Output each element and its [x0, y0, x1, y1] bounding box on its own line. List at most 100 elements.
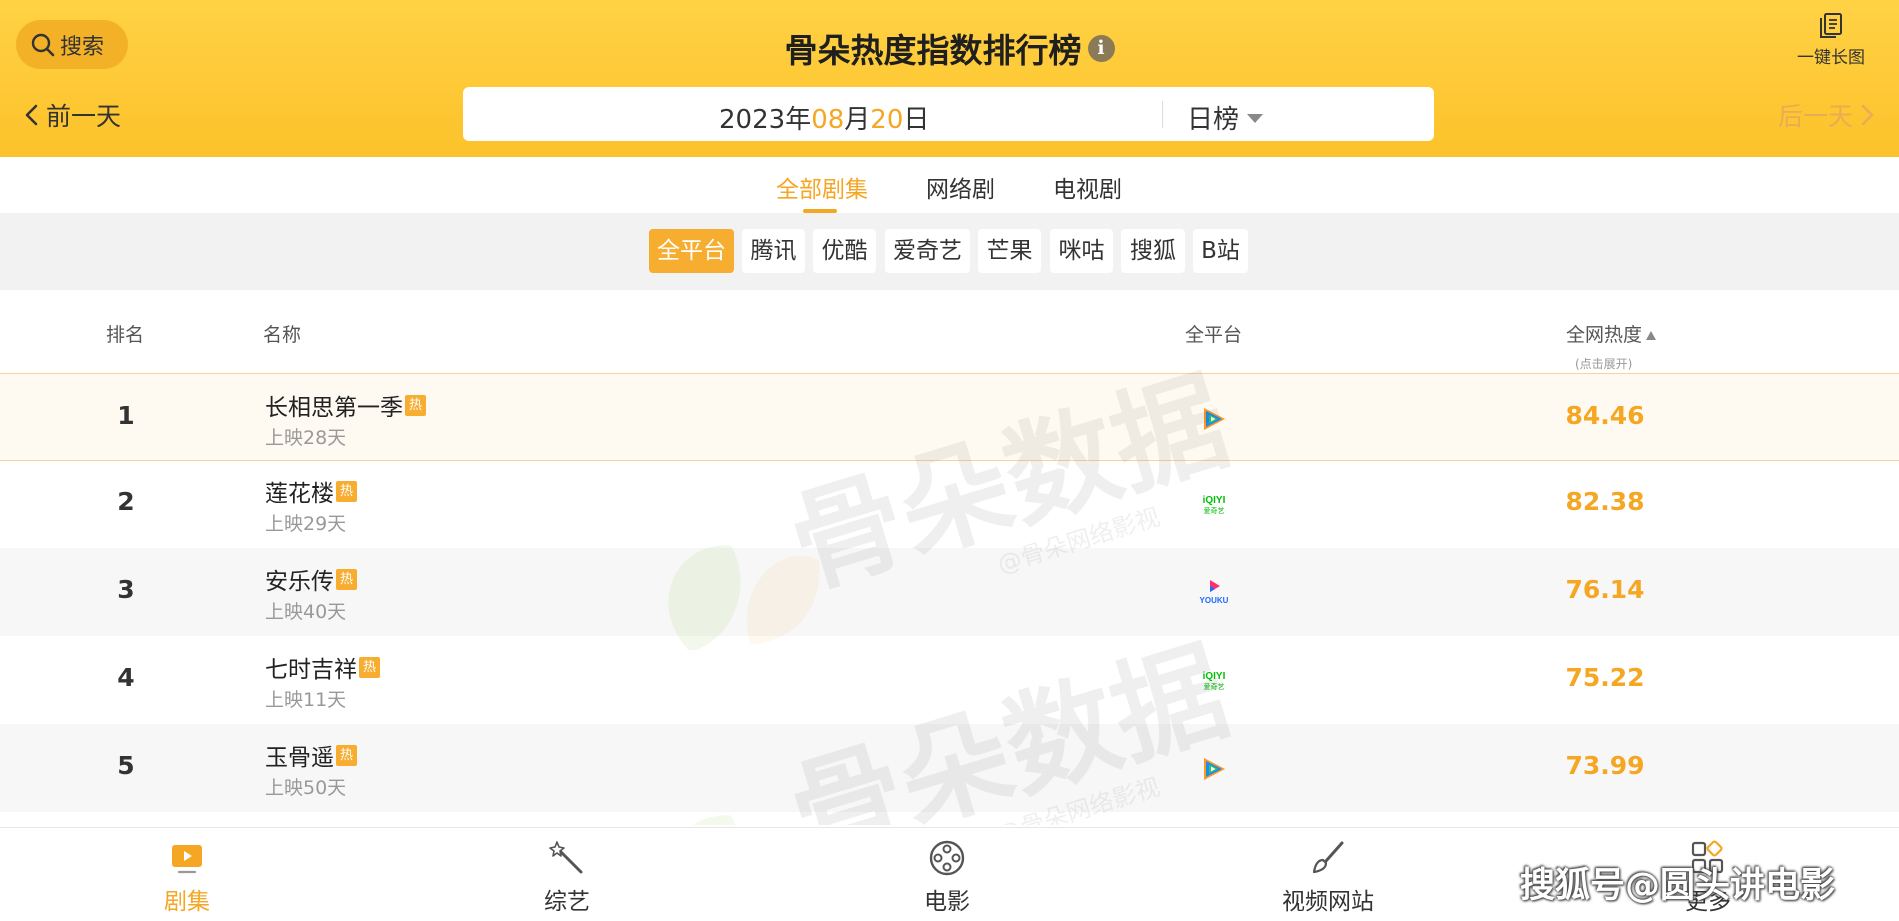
platform-filter-sohu[interactable]: 搜狐 [1121, 229, 1185, 273]
heat-value: 76.14 [1565, 575, 1645, 604]
days-since-release: 上映29天 [265, 513, 347, 535]
platform-filter-tencent[interactable]: 腾讯 [742, 229, 805, 273]
tab-tv-series[interactable]: 电视剧 [1053, 170, 1122, 204]
hot-badge: 热 [336, 480, 357, 502]
table-row[interactable]: 5 玉骨遥热 上映50天 73.99 [0, 724, 1899, 812]
iqiyi-icon: iQIYI 爱奇艺 [1203, 495, 1226, 515]
hot-badge: 热 [405, 394, 426, 416]
platform-filter-migu[interactable]: 咪咕 [1050, 229, 1113, 273]
column-header-heat-label: 全网热度 [1566, 324, 1643, 346]
hot-badge: 热 [336, 744, 357, 766]
nav-series-label: 剧集 [164, 889, 210, 915]
show-title-wrap: 七时吉祥热 [265, 650, 380, 684]
apps-icon [1691, 840, 1724, 874]
heat-value: 82.38 [1565, 487, 1645, 516]
tencent-video-icon [1204, 758, 1225, 780]
show-title: 长相思第一季 [265, 395, 403, 421]
heat-value: 73.99 [1565, 751, 1645, 780]
tab-all-series[interactable]: 全部剧集 [776, 170, 868, 204]
long-image-label: 一键长图 [1797, 48, 1865, 68]
nav-more[interactable]: 更多 [1628, 838, 1788, 916]
iqiyi-logo-subtext: 爱奇艺 [1204, 682, 1225, 691]
show-title: 安乐传 [265, 569, 334, 595]
document-icon [1820, 13, 1842, 38]
tv-icon [172, 845, 202, 874]
iqiyi-logo-text: iQIYI [1203, 671, 1226, 682]
nav-video-sites[interactable]: 视频网站 [1248, 838, 1408, 916]
date-day-unit: 日 [903, 105, 930, 135]
prev-day-button[interactable]: 前一天 [24, 97, 121, 133]
hot-badge: 热 [336, 568, 357, 590]
show-title: 莲花楼 [265, 481, 334, 507]
expand-note: (点击展开) [1575, 357, 1633, 371]
show-title-wrap: 玉骨遥热 [265, 738, 357, 772]
rank-type-dropdown[interactable]: 日榜 [1187, 99, 1264, 136]
bottom-nav: 剧集 综艺 电影 视频网站 更多 [0, 827, 1899, 921]
brush-icon [1312, 841, 1344, 874]
show-title-wrap: 莲花楼热 [265, 474, 357, 508]
page-title: 骨朵热度指数排行榜 [784, 31, 1082, 70]
table-row[interactable]: 4 七时吉祥热 上映11天 iQIYI 爱奇艺 75.22 [0, 636, 1899, 724]
iqiyi-logo-text: iQIYI [1203, 495, 1226, 506]
youku-icon: YOUKU [1200, 580, 1229, 605]
rank-number: 2 [117, 487, 135, 516]
chevron-left-icon [25, 104, 38, 126]
nav-variety-label: 综艺 [544, 889, 590, 915]
date-picker[interactable]: 2023年08月20日 [719, 99, 929, 136]
date-day: 20 [870, 105, 904, 135]
days-since-release: 上映28天 [265, 427, 347, 449]
days-since-release: 上映50天 [265, 777, 347, 799]
platform-filter-mango[interactable]: 芒果 [978, 229, 1041, 273]
heat-value: 84.46 [1565, 401, 1645, 430]
rank-number: 3 [117, 575, 135, 604]
youku-logo-text: YOUKU [1200, 596, 1229, 605]
rank-type-label: 日榜 [1187, 105, 1240, 135]
header: 搜索 骨朵热度指数排行榜i 一键长图 前一天 后一天 2023年08月20日 [0, 0, 1899, 157]
platform-filter-bilibili[interactable]: B站 [1193, 229, 1248, 273]
column-header-name: 名称 [263, 324, 302, 346]
days-since-release: 上映40天 [265, 601, 347, 623]
platform-filter-all[interactable]: 全平台 [649, 229, 734, 273]
table-row[interactable]: 2 莲花楼热 上映29天 iQIYI 爱奇艺 82.38 [0, 460, 1899, 548]
sort-icon [1646, 331, 1657, 340]
platform-filter-youku[interactable]: 优酷 [813, 229, 876, 273]
iqiyi-icon: iQIYI 爱奇艺 [1203, 671, 1226, 691]
nav-variety[interactable]: 综艺 [487, 838, 647, 916]
film-reel-icon [929, 840, 965, 876]
next-day-label: 后一天 [1777, 102, 1853, 131]
column-header-heat[interactable]: 全网热度 [1566, 320, 1657, 347]
nav-video-sites-label: 视频网站 [1282, 889, 1374, 915]
rank-number: 1 [117, 401, 135, 430]
iqiyi-logo-subtext: 爱奇艺 [1204, 506, 1225, 515]
hot-badge: 热 [359, 656, 380, 678]
next-day-button[interactable]: 后一天 [1778, 97, 1875, 133]
nav-movie[interactable]: 电影 [867, 838, 1027, 916]
rank-number: 4 [117, 663, 135, 692]
column-header-platform: 全平台 [1185, 324, 1243, 346]
days-since-release: 上映11天 [265, 689, 347, 711]
show-title: 七时吉祥 [265, 657, 357, 683]
info-icon[interactable]: i [1087, 34, 1115, 62]
date-month: 08 [811, 105, 845, 135]
nav-movie-label: 电影 [924, 889, 970, 915]
show-title: 玉骨遥 [265, 745, 334, 771]
heat-value: 75.22 [1565, 663, 1645, 692]
long-image-button[interactable]: 一键长图 [1791, 12, 1871, 68]
nav-series[interactable]: 剧集 [107, 838, 267, 916]
tab-web-series[interactable]: 网络剧 [926, 170, 995, 204]
caret-down-icon [1247, 114, 1264, 123]
column-header-rank: 排名 [106, 324, 145, 346]
prev-day-label: 前一天 [46, 102, 122, 131]
date-selector: 2023年08月20日 日榜 [463, 87, 1434, 141]
table-row[interactable]: 1 长相思第一季热 上映28天 84.46 [0, 373, 1899, 461]
rank-number: 5 [117, 751, 135, 780]
platform-filter-bar: 全平台 腾讯 优酷 爱奇艺 芒果 咪咕 搜狐 B站 [0, 213, 1899, 290]
date-month-unit: 月 [844, 105, 871, 135]
category-tabs: 全部剧集 网络剧 电视剧 [0, 170, 1899, 212]
show-title-wrap: 长相思第一季热 [265, 388, 426, 422]
platform-filter-iqiyi[interactable]: 爱奇艺 [885, 229, 970, 273]
date-year: 2023 [719, 105, 786, 135]
table-row[interactable]: 3 安乐传热 上映40天 YOUKU 76.14 [0, 548, 1899, 636]
title-wrap: 骨朵热度指数排行榜 i [0, 24, 1899, 72]
chevron-right-icon [1861, 104, 1874, 126]
